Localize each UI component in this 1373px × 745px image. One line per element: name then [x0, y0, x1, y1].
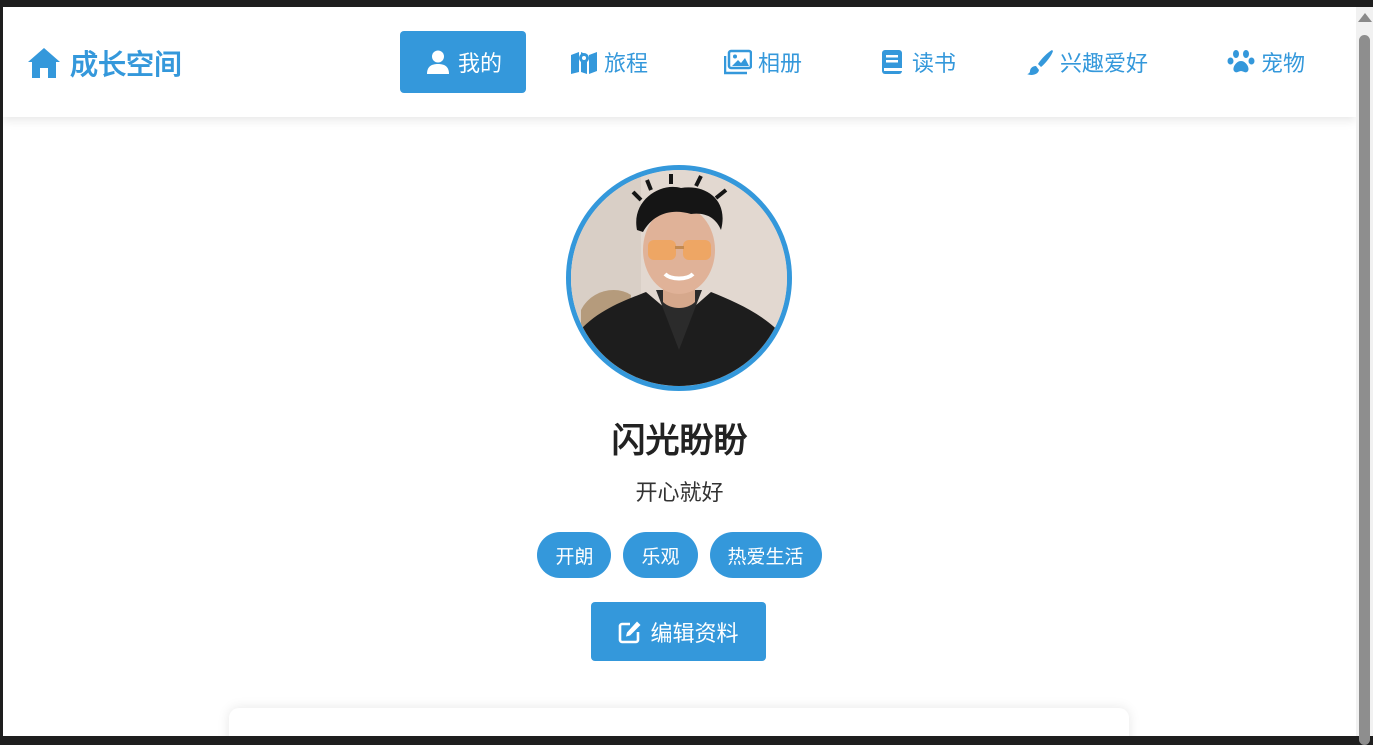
nav-item-label: 读书 — [912, 52, 957, 77]
home-icon — [28, 48, 60, 78]
images-icon — [724, 49, 752, 75]
scrollbar-thumb[interactable] — [1359, 35, 1370, 745]
scrollbar[interactable] — [1356, 7, 1373, 745]
edit-profile-label: 编辑资料 — [650, 621, 739, 647]
tag: 乐观 — [623, 532, 698, 578]
nav-item-label: 我的 — [458, 52, 503, 77]
nav-item-label: 宠物 — [1261, 52, 1306, 77]
tag: 热爱生活 — [709, 532, 822, 578]
nav-item-label: 兴趣爱好 — [1060, 52, 1149, 77]
page-viewport: 成长空间 我的 旅程 相册 读书 兴趣爱好 宠物 闪光盼盼 开心就好 开朗 乐观… — [3, 7, 1356, 736]
nav-item-journey[interactable]: 旅程 — [570, 31, 648, 93]
edit-profile-button[interactable]: 编辑资料 — [591, 602, 766, 661]
avatar — [566, 165, 792, 391]
paintbrush-icon — [1027, 50, 1053, 75]
site-logo[interactable]: 成长空间 — [26, 43, 182, 83]
tag: 开朗 — [537, 532, 612, 578]
site-title: 成长空间 — [70, 48, 183, 81]
map-icon — [571, 52, 597, 74]
nav-item-album[interactable]: 相册 — [724, 31, 802, 93]
tag-list: 开朗 乐观 热爱生活 — [3, 532, 1356, 578]
nav-item-label: 相册 — [758, 52, 803, 77]
navbar: 成长空间 我的 旅程 相册 读书 兴趣爱好 宠物 — [3, 7, 1356, 117]
profile-name: 闪光盼盼 — [611, 421, 748, 461]
user-icon — [427, 50, 449, 74]
profile-motto: 开心就好 — [635, 481, 724, 506]
content-card — [229, 708, 1129, 736]
nav-item-label: 旅程 — [604, 52, 649, 77]
nav-item-hobbies[interactable]: 兴趣爱好 — [1026, 31, 1148, 93]
edit-icon — [619, 621, 641, 643]
avatar-photo — [571, 170, 787, 386]
scroll-up-arrow-icon[interactable] — [1358, 13, 1372, 22]
nav-item-mine[interactable]: 我的 — [400, 31, 527, 93]
nav-item-pets[interactable]: 宠物 — [1227, 31, 1305, 93]
nav-item-reading[interactable]: 读书 — [878, 31, 956, 93]
book-icon — [882, 50, 902, 74]
paw-icon — [1227, 50, 1255, 73]
